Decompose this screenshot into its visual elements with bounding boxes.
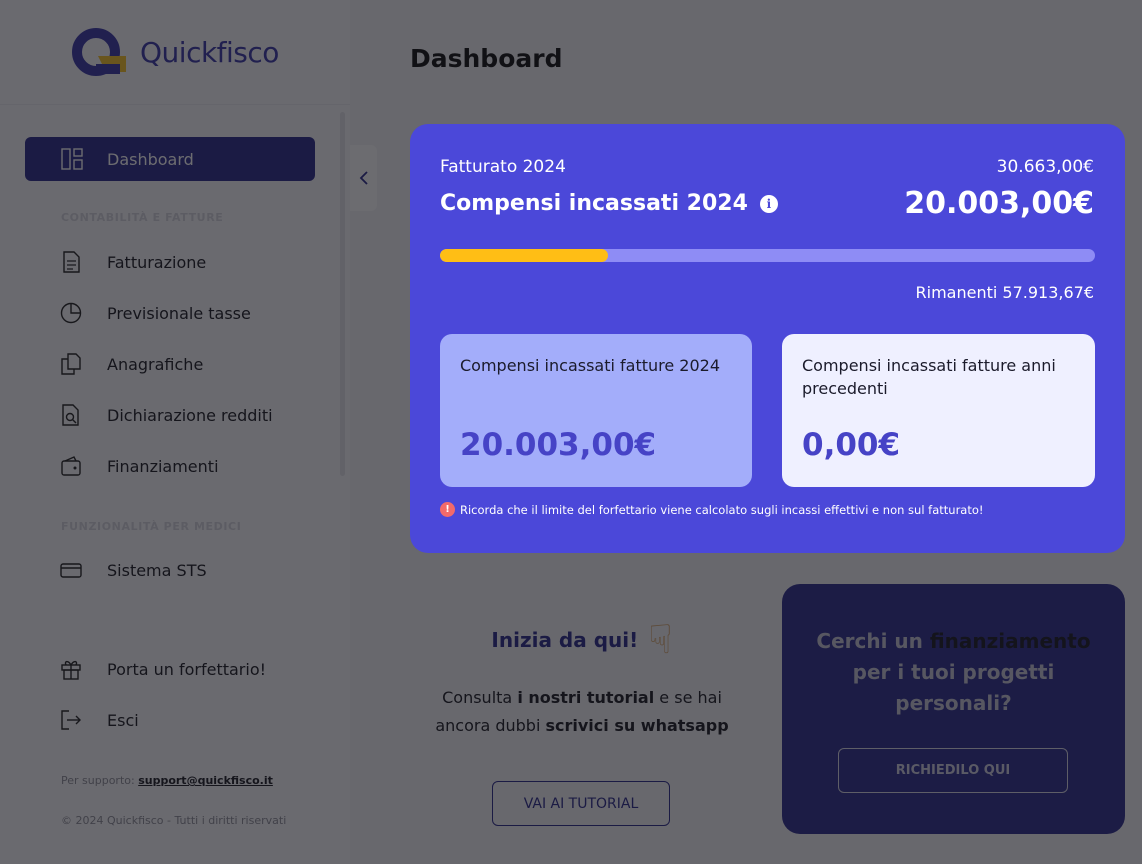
tutorial-title-row: Inizia da qui! ☟ (432, 612, 732, 668)
rimanenti-value: Rimanenti 57.913,67€ (915, 283, 1095, 302)
funding-card: Cerchi un finanziamento per i tuoi proge… (782, 584, 1125, 834)
fatturato-label: Fatturato 2024 (440, 157, 566, 177)
sidebar: Quickfisco Dashboard CONTABILITÀ E FATTU… (0, 0, 350, 864)
dashboard-icon (61, 148, 83, 170)
wallet-icon (61, 456, 81, 476)
support-line: Per supporto: support@quickfisco.it (61, 774, 273, 787)
sidebar-item-label: Dichiarazione redditi (107, 405, 273, 425)
brand-name: Quickfisco (140, 35, 279, 69)
invoice-icon (63, 251, 80, 273)
warning-note: ! Ricorda che il limite del forfettario … (440, 502, 984, 517)
subcard-previous-years: Compensi incassati fatture anni preceden… (782, 334, 1095, 487)
documents-icon (61, 353, 81, 375)
forfettario-progress-bar (440, 249, 1095, 262)
funding-highlight: finanziamento (929, 629, 1091, 653)
sidebar-item-anagrafiche[interactable]: Anagrafiche (25, 342, 315, 386)
card-icon (60, 563, 82, 578)
sidebar-item-label: Esci (107, 710, 139, 730)
sidebar-item-dashboard[interactable]: Dashboard (25, 137, 315, 181)
section-label-medici: FUNZIONALITÀ PER MEDICI (61, 520, 242, 533)
tutorial-text: Consulta i nostri tutorial e se hai anco… (432, 684, 732, 740)
funding-text-1: Cerchi un (816, 629, 923, 653)
subcard-previous-value: 0,00€ (802, 427, 901, 463)
tax-return-icon (62, 404, 79, 426)
sidebar-item-label: Porta un forfettario! (107, 659, 267, 679)
compensi-label-row: Compensi incassati 2024 i (440, 191, 778, 216)
tutorial-link-whatsapp[interactable]: scrivici su whatsapp (545, 716, 728, 735)
sidebar-item-finanziamenti[interactable]: Finanziamenti (25, 444, 315, 488)
funding-text-2: per i tuoi progetti personali? (852, 660, 1055, 715)
sidebar-item-fatturazione[interactable]: Fatturazione (25, 240, 315, 284)
brand-logo[interactable]: Quickfisco (70, 26, 279, 78)
sidebar-item-label: Dashboard (107, 149, 194, 169)
compensi-value: 20.003,00€ (904, 186, 1094, 221)
progress-fill (440, 249, 609, 262)
collapse-sidebar-button[interactable] (350, 145, 377, 211)
sidebar-item-porta-forfettario[interactable]: Porta un forfettario! (25, 647, 315, 691)
tutorial-button[interactable]: VAI AI TUTORIAL (492, 781, 670, 826)
section-label-contabilita: CONTABILITÀ E FATTURE (61, 211, 224, 224)
gift-icon (61, 660, 81, 680)
quickfisco-logo-icon (72, 28, 126, 76)
sidebar-item-label: Sistema STS (107, 560, 207, 580)
warning-icon: ! (440, 502, 455, 517)
funding-text: Cerchi un finanziamento per i tuoi proge… (812, 626, 1095, 719)
sidebar-item-label: Fatturazione (107, 252, 207, 272)
tutorial-section: Inizia da qui! ☟ Consulta i nostri tutor… (432, 612, 732, 826)
sidebar-scrollbar[interactable] (340, 112, 345, 476)
warning-text: Ricorda che il limite del forfettario vi… (460, 502, 984, 517)
sidebar-item-previsionale[interactable]: Previsionale tasse (25, 291, 315, 335)
sidebar-item-sistema-sts[interactable]: Sistema STS (25, 548, 315, 592)
subcard-current-value: 20.003,00€ (460, 427, 657, 463)
sidebar-item-dichiarazione[interactable]: Dichiarazione redditi (25, 393, 315, 437)
funding-request-button[interactable]: RICHIEDILO QUI (838, 748, 1068, 793)
info-icon[interactable]: i (759, 194, 778, 213)
tutorial-link-tutorial[interactable]: i nostri tutorial (517, 688, 654, 707)
chevron-left-icon (359, 171, 368, 185)
logout-icon (61, 710, 81, 730)
sidebar-item-label: Anagrafiche (107, 354, 204, 374)
revenue-card: Fatturato 2024 30.663,00€ Compensi incas… (410, 124, 1125, 553)
tutorial-text-1: Consulta (442, 688, 513, 707)
copyright: © 2024 Quickfisco - Tutti i diritti rise… (61, 814, 287, 827)
tutorial-title: Inizia da qui! (491, 628, 639, 652)
page-title: Dashboard (410, 44, 563, 73)
sidebar-item-label: Previsionale tasse (107, 303, 251, 323)
sidebar-item-esci[interactable]: Esci (25, 698, 315, 742)
subcard-previous-title: Compensi incassati fatture anni preceden… (802, 356, 1056, 398)
sidebar-divider (0, 104, 350, 105)
support-email-link[interactable]: support@quickfisco.it (138, 774, 273, 787)
support-prefix: Per supporto: (61, 774, 135, 787)
subcard-current-title: Compensi incassati fatture 2024 (460, 356, 721, 375)
subcard-current-year: Compensi incassati fatture 2024 20.003,0… (440, 334, 752, 487)
pointing-hand-icon: ☟ (648, 617, 673, 663)
fatturato-value: 30.663,00€ (996, 157, 1094, 177)
pie-chart-icon (60, 302, 82, 324)
compensi-label: Compensi incassati 2024 (440, 191, 748, 216)
sidebar-item-label: Finanziamenti (107, 456, 219, 476)
